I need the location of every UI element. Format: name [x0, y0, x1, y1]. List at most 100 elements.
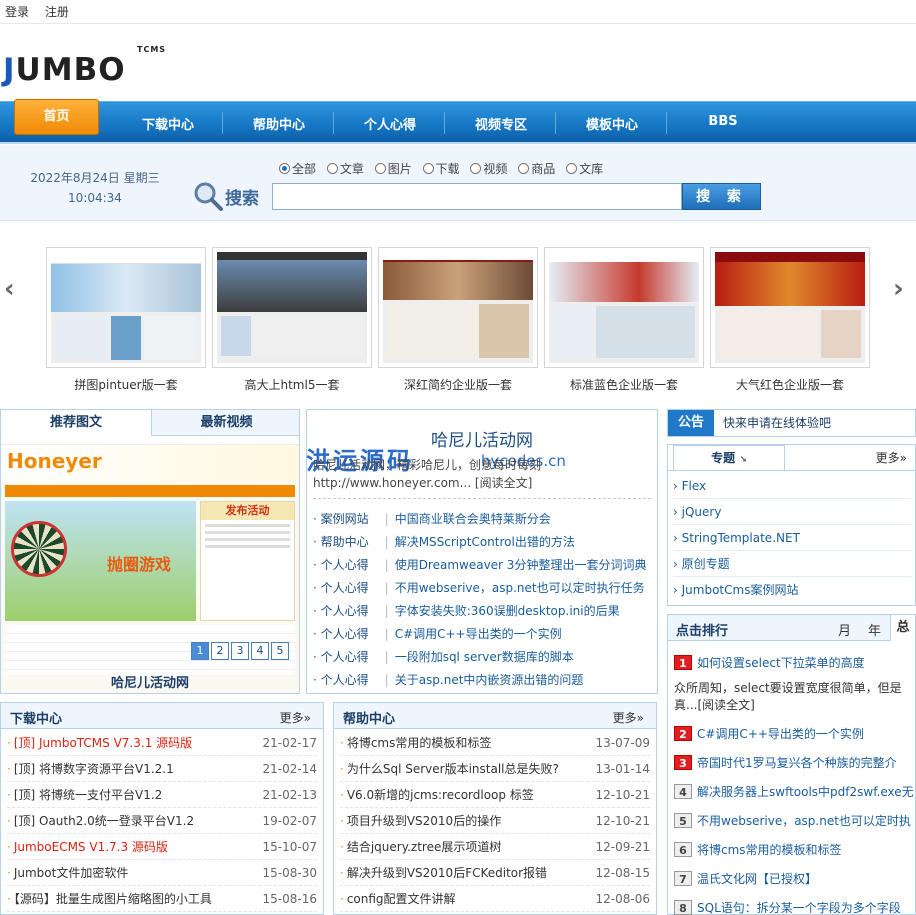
radio-icon[interactable] — [422, 163, 434, 174]
ranking-item[interactable]: 8 SQL语句：拆分某一个字段为多个字段 — [674, 899, 901, 915]
list-item[interactable]: · [顶] Oauth2.0统一登录平台V1.2 19-02-07 — [7, 808, 317, 834]
list-item[interactable]: › jQuery — [673, 499, 911, 525]
template-caption[interactable]: 大气红色企业版一套 — [710, 376, 870, 393]
template-thumb[interactable] — [212, 247, 372, 368]
list-item[interactable]: · 解决升级到VS2010后FCKeditor报错 12-08-15 — [340, 860, 650, 886]
search-option-article[interactable]: 文章 — [326, 162, 364, 176]
ranking-item[interactable]: 6 将博cms常用的模板和标签 — [674, 841, 842, 858]
radio-icon[interactable] — [326, 163, 338, 174]
template-caption[interactable]: 深红简约企业版一套 — [378, 376, 538, 393]
tab-month[interactable]: 月 — [838, 620, 851, 639]
carousel-prev-icon[interactable]: ‹ — [4, 274, 15, 304]
search-option-download[interactable]: 下载 — [422, 162, 460, 176]
register-link[interactable]: 注册 — [45, 5, 69, 19]
list-item[interactable]: · JumboECMS V1.7.3 源码版 15-10-07 — [7, 834, 317, 860]
list-item[interactable]: · V6.0新增的jcms:recordloop 标签 12-10-21 — [340, 782, 650, 808]
tab-recommended[interactable]: 推荐图文 — [1, 410, 151, 436]
ranking-item[interactable]: 7 温氏文化网【已授权】 — [674, 870, 817, 887]
nav-item-templates[interactable]: 模板中心 — [556, 114, 668, 133]
search-button[interactable]: 搜 索 — [682, 183, 761, 210]
login-link[interactable]: 登录 — [5, 5, 29, 19]
list-item[interactable]: · 将博cms常用的模板和标签 13-07-09 — [340, 730, 650, 756]
search-option-video[interactable]: 视频 — [470, 162, 507, 176]
nav-item-download[interactable]: 下载中心 — [112, 114, 224, 133]
notice-text[interactable]: 快来申请在线体验吧 — [723, 410, 831, 436]
list-item[interactable]: · 个人心得 | 关于asp.net中内嵌资源出错的问题 — [313, 669, 653, 692]
nav-item-bbs[interactable]: BBS — [667, 114, 779, 129]
search-option-goods[interactable]: 商品 — [518, 162, 555, 176]
page-button[interactable]: 1 — [191, 642, 209, 660]
tab-year[interactable]: 年 — [868, 620, 881, 639]
downloads-header: 下载中心 更多» — [1, 703, 323, 729]
list-item[interactable]: · 帮助中心 | 解决MSScriptControl出错的方法 — [313, 531, 653, 554]
template-caption[interactable]: 高大上html5一套 — [212, 376, 372, 393]
list-item[interactable]: · 个人心得 | C#调用C++导出类的一个实例 — [313, 623, 653, 646]
template-thumb[interactable] — [710, 247, 870, 368]
downloads-more-link[interactable]: 更多» — [280, 709, 311, 726]
page-button[interactable]: 2 — [211, 642, 229, 660]
radio-icon[interactable] — [566, 163, 578, 174]
template-thumb[interactable] — [46, 247, 206, 368]
template-thumb[interactable] — [544, 247, 704, 368]
radio-icon[interactable] — [374, 163, 386, 174]
tab-total[interactable]: 总 — [890, 614, 916, 641]
topics-panel: 专题 ↘ 更多» › Flex › jQuery › StringTemplat… — [667, 444, 916, 606]
search-option-library[interactable]: 文库 — [566, 162, 603, 176]
list-item[interactable]: · [顶] 将博统一支付平台V1.2 21-02-13 — [7, 782, 317, 808]
ranking-item[interactable]: 2 C#调用C++导出类的一个实例 — [674, 725, 864, 742]
list-item[interactable]: › JumbotCms案例网站 — [673, 577, 911, 603]
carousel-next-icon[interactable]: › — [893, 274, 904, 304]
list-item[interactable]: · Jumbot文件加密软件 15-08-30 — [7, 860, 317, 886]
list-item[interactable]: · [顶] 将博数字资源平台V1.2.1 21-02-14 — [7, 756, 317, 782]
headline-url[interactable]: http://www.honeyer.com... — [313, 476, 471, 490]
nav-item-help[interactable]: 帮助中心 — [223, 114, 335, 133]
list-item[interactable]: · config配置文件讲解 12-08-06 — [340, 886, 650, 912]
search-input[interactable] — [272, 183, 682, 210]
ranking-header: 点击排行 月 年 总 — [668, 614, 916, 641]
radio-icon[interactable] — [279, 163, 290, 174]
featured-caption[interactable]: 哈尼儿活动网 — [0, 672, 300, 691]
list-item[interactable]: · 个人心得 | 使用Dreamweaver 3分钟整理出一套分词词典 — [313, 554, 653, 577]
list-item[interactable]: › 原创专题 — [673, 551, 911, 577]
nav-item-video[interactable]: 视频专区 — [445, 114, 557, 133]
search-option-image[interactable]: 图片 — [374, 162, 412, 176]
list-item[interactable]: · 个人心得 | 字体安装失败:360误删desktop.ini的后果 — [313, 600, 653, 623]
page-button[interactable]: 5 — [271, 642, 289, 660]
ranking-item[interactable]: 3 帝国时代1罗马复兴各个种族的完整介 — [674, 754, 897, 771]
datetime: 2022年8月24日 星期三 10:04:34 — [20, 168, 170, 208]
list-item[interactable]: · 为什么Sql Server版本install总是失败? 13-01-14 — [340, 756, 650, 782]
page-button[interactable]: 3 — [231, 642, 249, 660]
topics-more-link[interactable]: 更多» — [876, 449, 907, 466]
list-item[interactable]: › Flex — [673, 473, 911, 499]
template-caption[interactable]: 拼图pintuer版一套 — [46, 376, 206, 393]
list-item[interactable]: · [顶] JumboTCMS V7.3.1 源码版 21-02-17 — [7, 730, 317, 756]
radio-icon[interactable] — [470, 163, 482, 174]
list-item[interactable]: · 结合jquery.ztree展示项道树 12-09-21 — [340, 834, 650, 860]
list-item[interactable]: › StringTemplate.NET — [673, 525, 911, 551]
rank-number-badge: 5 — [674, 813, 692, 828]
arrow-icon: ↘ — [739, 455, 747, 465]
tab-latest-video[interactable]: 最新视频 — [151, 410, 301, 436]
list-item[interactable]: · 案例网站 | 中国商业联合会奥特莱斯分会 — [313, 508, 653, 531]
tab-topics[interactable]: 专题 ↘ — [673, 445, 785, 470]
ranking-item[interactable]: 4 解决服务器上swftools中pdf2swf.exe无 — [674, 783, 914, 800]
template-caption[interactable]: 标准蓝色企业版一套 — [544, 376, 704, 393]
list-item[interactable]: · 个人心得 | 不用webserive，asp.net也可以定时执行任务 — [313, 577, 653, 600]
rank-number-badge: 6 — [674, 842, 692, 857]
nav-item-notes[interactable]: 个人心得 — [334, 114, 446, 133]
radio-icon[interactable] — [518, 163, 530, 174]
list-item[interactable]: · 个人心得 | 一段附加sql server数据库的脚本 — [313, 646, 653, 669]
rank-number-badge: 3 — [674, 755, 692, 770]
ranking-item-desc[interactable]: 真...[阅读全文] — [674, 696, 755, 713]
search-option-all[interactable]: 全部 — [279, 162, 316, 176]
read-more-link[interactable]: [阅读全文] — [475, 476, 532, 490]
list-item[interactable]: · 项目升级到VS2010后的操作 12-10-21 — [340, 808, 650, 834]
template-thumb[interactable] — [378, 247, 538, 368]
ranking-item[interactable]: 5 不用webserive，asp.net也可以定时执 — [674, 812, 911, 829]
nav-item-home[interactable]: 首页 — [14, 99, 99, 135]
site-logo[interactable]: JUMBO — [3, 52, 126, 88]
list-item[interactable]: · 【源码】批量生成图片缩略图的小工具 15-08-16 — [7, 886, 317, 912]
page-button[interactable]: 4 — [251, 642, 269, 660]
ranking-item[interactable]: 1 如何设置select下拉菜单的高度 — [674, 654, 865, 671]
help-more-link[interactable]: 更多» — [613, 709, 644, 726]
